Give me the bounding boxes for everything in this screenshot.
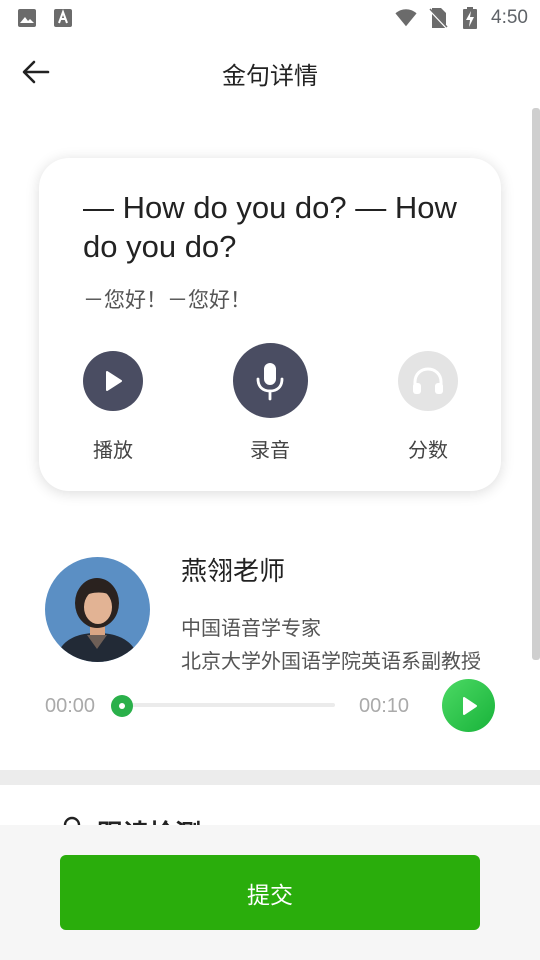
scrollbar[interactable] <box>532 108 540 660</box>
record-label: 录音 <box>250 438 290 462</box>
progress-track[interactable] <box>120 703 335 707</box>
image-icon <box>16 7 38 29</box>
progress-thumb[interactable] <box>111 695 133 717</box>
score-label: 分数 <box>408 438 448 462</box>
teacher-name: 燕翎老师 <box>181 557 286 587</box>
play-action[interactable]: 播放 <box>67 340 159 463</box>
play-icon <box>106 371 122 391</box>
battery-charging-icon <box>459 7 481 29</box>
teacher-title-line1: 中国语音学专家 <box>181 616 321 640</box>
header: 金句详情 <box>0 38 540 106</box>
wifi-icon <box>395 7 417 29</box>
status-right-icons: 4:50 <box>395 7 528 29</box>
teacher-title-line2: 北京大学外国语学院英语系副教授 <box>181 649 481 673</box>
microphone-icon <box>256 362 284 400</box>
record-action[interactable]: 录音 <box>224 340 316 463</box>
teacher-avatar <box>45 557 150 662</box>
page-title: 金句详情 <box>222 62 318 90</box>
sentence-card: — How do you do? — How do you do? －您好！－您… <box>39 158 501 491</box>
sentence-english: — How do you do? — How do you do? <box>83 190 457 264</box>
score-action[interactable]: 分数 <box>382 340 474 463</box>
no-sim-icon <box>427 7 449 29</box>
headphones-icon <box>413 367 443 394</box>
submit-button[interactable]: 提交 <box>60 855 480 930</box>
sentence-chinese: －您好！－您好！ <box>83 288 251 312</box>
score-button[interactable] <box>398 351 458 411</box>
text-a-icon <box>52 7 74 29</box>
status-time: 4:50 <box>491 7 528 28</box>
bottom-bar: 提交 <box>0 825 540 960</box>
play-label: 播放 <box>93 438 133 462</box>
current-time: 00:00 <box>45 695 96 717</box>
play-button[interactable] <box>83 351 143 411</box>
page: 4:50 金句详情 — How do you do? — How do you … <box>0 0 540 960</box>
total-time: 00:10 <box>359 695 410 717</box>
status-left-icons <box>16 7 74 29</box>
section-divider <box>0 770 540 785</box>
record-button[interactable] <box>232 343 308 418</box>
status-bar: 4:50 <box>0 0 540 36</box>
play-icon <box>462 696 477 715</box>
teacher-audio-play-button[interactable] <box>442 679 495 732</box>
